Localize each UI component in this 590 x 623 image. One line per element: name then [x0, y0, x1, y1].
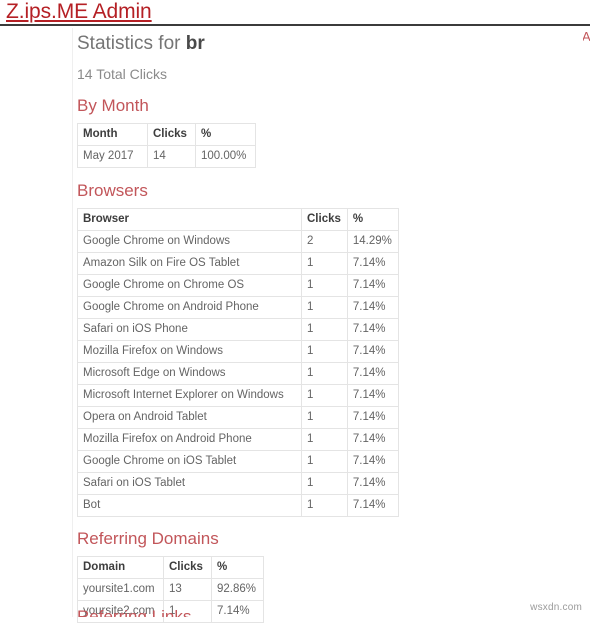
navbar-right-item-clipped[interactable]: Admin	[583, 30, 590, 46]
cell-browser: Google Chrome on Chrome OS	[77, 274, 302, 297]
column-header-percent: %	[195, 123, 256, 146]
cell-clicks: 1	[301, 450, 348, 473]
cell-clicks: 1	[301, 252, 348, 275]
page-title-target: br	[185, 33, 205, 54]
table-row: May 2017 14 100.00%	[77, 145, 256, 168]
table-row: Google Chrome on iOS Tablet 1 7.14%	[77, 450, 399, 473]
cell-percent: 14.29%	[346, 230, 399, 253]
column-header-browser: Browser	[77, 208, 302, 231]
cell-browser: Safari on iOS Tablet	[77, 472, 302, 495]
section-heading-browsers: Browsers	[77, 181, 148, 200]
column-header-clicks: Clicks	[147, 123, 196, 146]
cell-clicks: 1	[301, 296, 348, 319]
brand-link[interactable]: Z.ips.ME Admin	[6, 0, 152, 25]
watermark: wsxdn.com	[530, 602, 582, 613]
cell-percent: 7.14%	[346, 494, 399, 517]
table-row: Microsoft Internet Explorer on Windows 1…	[77, 384, 399, 407]
cell-clicks: 2	[301, 230, 348, 253]
table-row: Mozilla Firefox on Windows 1 7.14%	[77, 340, 399, 363]
cell-clicks: 1	[301, 406, 348, 429]
cell-browser: Microsoft Edge on Windows	[77, 362, 302, 385]
cell-browser: Google Chrome on Android Phone	[77, 296, 302, 319]
cell-clicks: 1	[301, 428, 348, 451]
table-row: Microsoft Edge on Windows 1 7.14%	[77, 362, 399, 385]
table-row: Google Chrome on Android Phone 1 7.14%	[77, 296, 399, 319]
table-row: Mozilla Firefox on Android Phone 1 7.14%	[77, 428, 399, 451]
cell-clicks: 1	[301, 274, 348, 297]
cell-browser: Bot	[77, 494, 302, 517]
browsers-table-body: Google Chrome on Windows 2 14.29% Amazon…	[77, 230, 399, 517]
table-row: Opera on Android Tablet 1 7.14%	[77, 406, 399, 429]
cell-percent: 7.14%	[346, 296, 399, 319]
by-month-table: Month Clicks % May 2017 14 100.00%	[77, 123, 256, 168]
page-title-prefix: Statistics for	[77, 33, 186, 54]
cell-percent: 7.14%	[346, 362, 399, 385]
sidebar-divider	[72, 28, 73, 617]
table-row: Amazon Silk on Fire OS Tablet 1 7.14%	[77, 252, 399, 275]
cell-clicks: 1	[301, 362, 348, 385]
browsers-table: Browser Clicks % Google Chrome on Window…	[77, 208, 399, 517]
cell-percent: 7.14%	[346, 340, 399, 363]
table-row: Bot 1 7.14%	[77, 494, 399, 517]
cell-percent: 7.14%	[346, 384, 399, 407]
table-header-row: Domain Clicks %	[77, 556, 264, 579]
cell-clicks: 1	[301, 384, 348, 407]
top-navbar: Z.ips.ME Admin Admin	[0, 0, 590, 44]
cell-browser: Google Chrome on iOS Tablet	[77, 450, 302, 473]
cell-percent: 7.14%	[346, 406, 399, 429]
cell-browser: Microsoft Internet Explorer on Windows	[77, 384, 302, 407]
column-header-percent: %	[346, 208, 399, 231]
table-row: Safari on iOS Phone 1 7.14%	[77, 318, 399, 341]
table-header-row: Browser Clicks %	[77, 208, 399, 231]
by-month-table-body: May 2017 14 100.00%	[77, 145, 256, 168]
cell-percent: 7.14%	[346, 274, 399, 297]
cell-month: May 2017	[77, 145, 148, 168]
cell-percent: 7.14%	[346, 318, 399, 341]
table-header-row: Month Clicks %	[77, 123, 256, 146]
cell-percent: 92.86%	[211, 578, 264, 601]
table-row: Google Chrome on Windows 2 14.29%	[77, 230, 399, 253]
section-heading-referring-domains: Referring Domains	[77, 529, 219, 548]
column-header-clicks: Clicks	[163, 556, 212, 579]
table-row: yoursite1.com 13 92.86%	[77, 578, 264, 601]
cell-clicks: 1	[301, 472, 348, 495]
column-header-clicks: Clicks	[301, 208, 348, 231]
cell-browser: Mozilla Firefox on Windows	[77, 340, 302, 363]
cell-browser: Mozilla Firefox on Android Phone	[77, 428, 302, 451]
column-header-percent: %	[211, 556, 264, 579]
cell-clicks: 1	[301, 340, 348, 363]
cell-browser: Opera on Android Tablet	[77, 406, 302, 429]
cell-percent: 100.00%	[195, 145, 256, 168]
navbar-right-item-label: Admin	[583, 30, 590, 44]
column-header-domain: Domain	[77, 556, 164, 579]
page-title: Statistics for br	[77, 32, 577, 56]
cell-percent: 7.14%	[346, 450, 399, 473]
cell-browser: Safari on iOS Phone	[77, 318, 302, 341]
cell-clicks: 13	[163, 578, 212, 601]
column-header-month: Month	[77, 123, 148, 146]
cell-percent: 7.14%	[346, 252, 399, 275]
main-content: Statistics for br 14 Total Clicks By Mon…	[77, 28, 577, 623]
cell-percent: 7.14%	[346, 428, 399, 451]
total-clicks-label: 14 Total Clicks	[77, 66, 168, 82]
section-heading-referring-links: Referring Links	[77, 607, 192, 617]
cell-clicks: 14	[147, 145, 196, 168]
cell-domain: yoursite1.com	[77, 578, 164, 601]
table-row: Safari on iOS Tablet 1 7.14%	[77, 472, 399, 495]
section-heading-by-month: By Month	[77, 96, 149, 115]
cell-browser: Google Chrome on Windows	[77, 230, 302, 253]
cell-percent: 7.14%	[346, 472, 399, 495]
cell-browser: Amazon Silk on Fire OS Tablet	[77, 252, 302, 275]
cell-clicks: 1	[301, 494, 348, 517]
section-heading-clipped-wrapper: Referring Links	[77, 606, 337, 617]
table-row: Google Chrome on Chrome OS 1 7.14%	[77, 274, 399, 297]
cell-clicks: 1	[301, 318, 348, 341]
